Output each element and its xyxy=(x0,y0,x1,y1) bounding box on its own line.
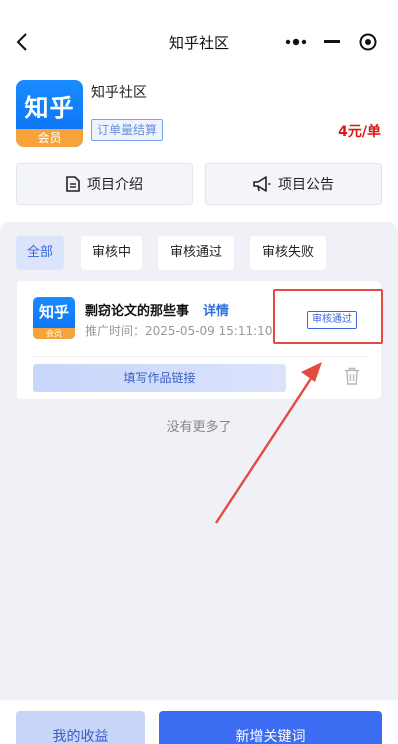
filter-approved[interactable]: 审核通过 xyxy=(158,236,234,270)
more-menu-button[interactable] xyxy=(282,30,310,54)
filter-under-review[interactable]: 审核中 xyxy=(81,236,142,270)
my-income-button[interactable]: 我的收益 xyxy=(16,711,145,744)
fill-link-button[interactable]: 填写作品链接 xyxy=(33,364,286,392)
logo-text: 知乎 xyxy=(24,94,75,122)
list-end-text: 没有更多了 xyxy=(166,420,232,435)
minimize-icon xyxy=(324,40,340,43)
filter-all[interactable]: 全部 xyxy=(16,236,64,270)
record-time: 推广时间：2025-05-09 15:11:10 xyxy=(85,324,273,338)
settlement-tag: 订单量结算 xyxy=(91,119,164,141)
add-keyword-button[interactable]: 新增关键词 xyxy=(159,711,382,744)
trash-icon[interactable] xyxy=(344,367,360,385)
miniprogram-capsule xyxy=(282,30,382,54)
megaphone-icon xyxy=(253,176,271,192)
close-target-icon xyxy=(359,33,377,51)
close-button[interactable] xyxy=(354,30,382,54)
filter-rejected[interactable]: 审核失败 xyxy=(250,236,326,270)
project-notice-label: 项目公告 xyxy=(278,177,334,193)
logo-badge: 会员 xyxy=(16,129,83,147)
project-intro-button[interactable]: 项目介绍 xyxy=(16,163,193,205)
product-name: 知乎社区 xyxy=(91,85,147,101)
minimize-button[interactable] xyxy=(318,30,346,54)
more-dots-icon xyxy=(285,38,307,46)
record-title: 剽窃论文的那些事 xyxy=(85,304,190,319)
record-logo-text: 知乎 xyxy=(38,303,69,321)
divider xyxy=(31,356,367,357)
status-badge: 审核通过 xyxy=(307,311,357,329)
project-intro-label: 项目介绍 xyxy=(87,177,143,193)
nav-bar: 知乎社区 xyxy=(0,0,398,84)
record-card: 知乎 会员 剽窃论文的那些事 详情 推广时间：2025-05-09 15:11:… xyxy=(17,281,381,399)
record-logo: 知乎 会员 xyxy=(33,297,75,339)
document-icon xyxy=(66,176,80,192)
record-logo-badge: 会员 xyxy=(33,328,75,339)
unit-price: 4元/单 xyxy=(338,124,381,140)
app-logo: 知乎 会员 xyxy=(16,80,83,147)
project-notice-button[interactable]: 项目公告 xyxy=(205,163,382,205)
record-detail-link[interactable]: 详情 xyxy=(203,300,229,319)
